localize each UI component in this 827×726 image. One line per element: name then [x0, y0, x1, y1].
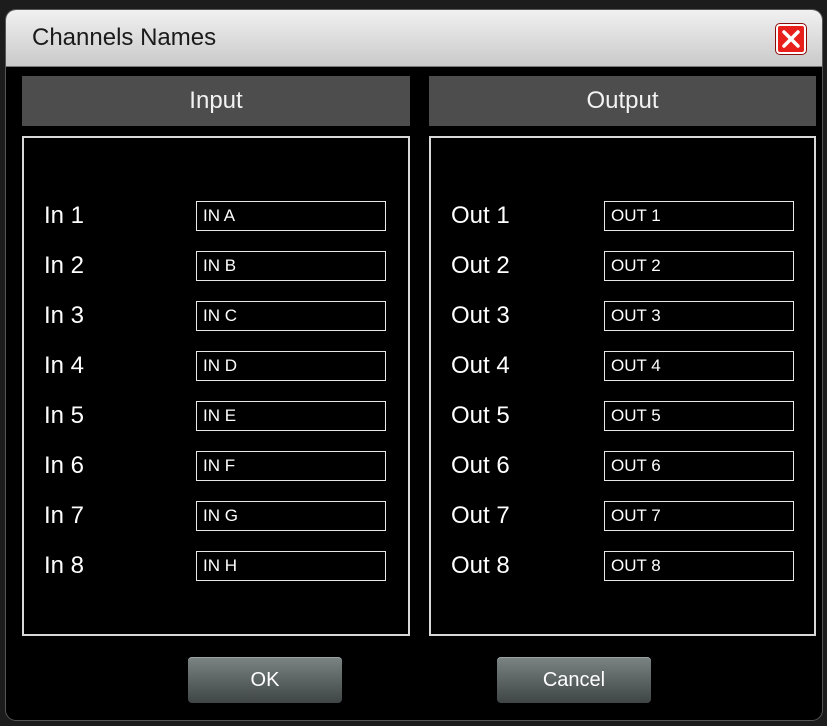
ok-button[interactable]: OK [188, 657, 342, 703]
output-row-label: Out 3 [451, 302, 510, 329]
output-name-field-8[interactable] [604, 551, 794, 581]
input-row-2: In 2 [44, 248, 390, 284]
input-panel-header: Input [22, 76, 410, 126]
input-row-4: In 4 [44, 348, 390, 384]
close-icon [782, 30, 800, 48]
output-row-label: Out 5 [451, 402, 510, 429]
output-name-field-4[interactable] [604, 351, 794, 381]
output-row-label: Out 4 [451, 352, 510, 379]
input-row-8: In 8 [44, 548, 390, 584]
input-row-1: In 1 [44, 198, 390, 234]
cancel-button[interactable]: Cancel [497, 657, 651, 703]
output-row-8: Out 8 [451, 548, 796, 584]
title-bar: Channels Names [6, 10, 822, 67]
output-name-field-1[interactable] [604, 201, 794, 231]
input-name-field-7[interactable] [196, 501, 386, 531]
input-name-field-5[interactable] [196, 401, 386, 431]
output-name-field-6[interactable] [604, 451, 794, 481]
output-panel-header: Output [429, 76, 816, 126]
close-button[interactable] [776, 24, 806, 54]
output-row-label: Out 1 [451, 202, 510, 229]
input-name-field-3[interactable] [196, 301, 386, 331]
input-row-label: In 5 [44, 402, 85, 429]
input-row-label: In 4 [44, 352, 85, 379]
channels-names-dialog: Channels Names Input In 1 In 2 In 3 In 4… [6, 10, 822, 720]
input-row-label: In 2 [44, 252, 85, 279]
output-row-7: Out 7 [451, 498, 796, 534]
input-name-field-8[interactable] [196, 551, 386, 581]
output-row-1: Out 1 [451, 198, 796, 234]
output-name-field-7[interactable] [604, 501, 794, 531]
input-panel: In 1 In 2 In 3 In 4 In 5 In 6 In 7 In 8 [22, 136, 410, 636]
input-name-field-2[interactable] [196, 251, 386, 281]
output-row-6: Out 6 [451, 448, 796, 484]
input-row-7: In 7 [44, 498, 390, 534]
output-row-label: Out 6 [451, 452, 510, 479]
output-row-4: Out 4 [451, 348, 796, 384]
input-row-6: In 6 [44, 448, 390, 484]
dialog-title: Channels Names [32, 24, 217, 51]
input-row-label: In 6 [44, 452, 85, 479]
input-row-label: In 3 [44, 302, 85, 329]
output-row-2: Out 2 [451, 248, 796, 284]
input-row-3: In 3 [44, 298, 390, 334]
output-row-label: Out 7 [451, 502, 510, 529]
input-row-label: In 1 [44, 202, 85, 229]
output-row-label: Out 2 [451, 252, 510, 279]
output-panel: Out 1 Out 2 Out 3 Out 4 Out 5 Out 6 Out … [429, 136, 816, 636]
input-row-label: In 8 [44, 552, 85, 579]
output-name-field-3[interactable] [604, 301, 794, 331]
output-name-field-2[interactable] [604, 251, 794, 281]
input-row-label: In 7 [44, 502, 85, 529]
output-row-5: Out 5 [451, 398, 796, 434]
output-row-3: Out 3 [451, 298, 796, 334]
input-row-5: In 5 [44, 398, 390, 434]
input-name-field-4[interactable] [196, 351, 386, 381]
input-name-field-6[interactable] [196, 451, 386, 481]
output-name-field-5[interactable] [604, 401, 794, 431]
input-name-field-1[interactable] [196, 201, 386, 231]
output-row-label: Out 8 [451, 552, 510, 579]
